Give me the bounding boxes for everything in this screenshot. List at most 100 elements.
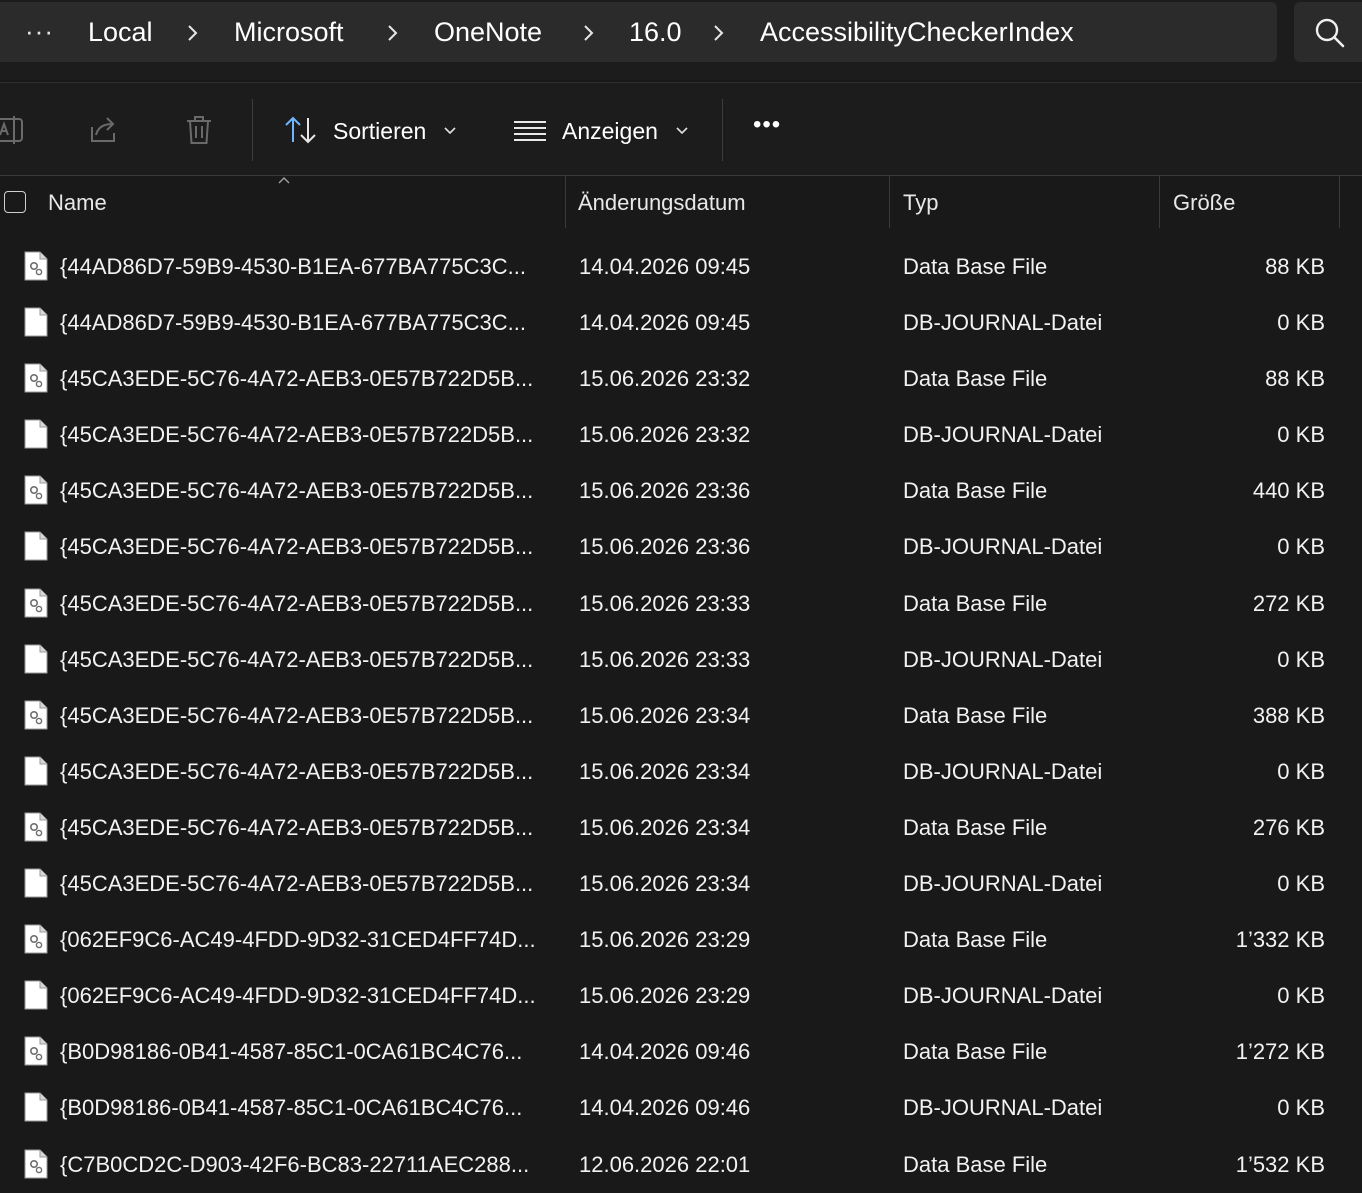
file-row[interactable]: {44AD86D7-59B9-4530-B1EA-677BA775C3C... 1… [0, 239, 1362, 295]
file-date: 14.04.2026 09:45 [579, 254, 751, 279]
list-view-icon [514, 121, 546, 141]
file-size: 440 KB [1252, 478, 1325, 504]
view-label: Anzeigen [562, 118, 658, 144]
file-row[interactable]: {45CA3EDE-5C76-4A72-AEB3-0E57B722D5B... 1… [0, 576, 1362, 632]
column-header-size[interactable]: Größe [1173, 190, 1235, 216]
address-bar: ··· Local Microsoft OneNote 16.0 Accessi… [0, 0, 1362, 80]
share-icon[interactable] [86, 113, 120, 147]
column-divider[interactable] [1339, 176, 1340, 228]
file-size: 272 KB [1252, 590, 1325, 616]
file-size: 88 KB [1265, 254, 1325, 279]
file-row[interactable]: {45CA3EDE-5C76-4A72-AEB3-0E57B722D5B... 1… [0, 856, 1362, 912]
file-row[interactable]: {B0D98186-0B41-4587-85C1-0CA61BC4C76... 1… [0, 1024, 1362, 1080]
file-row[interactable]: {45CA3EDE-5C76-4A72-AEB3-0E57B722D5B... 1… [0, 800, 1362, 856]
breadcrumb-item-accessibilitycheckerindex[interactable]: AccessibilityCheckerIndex [760, 17, 1074, 48]
database-file-icon [24, 251, 48, 281]
column-header-type[interactable]: Typ [903, 190, 938, 216]
more-options-button[interactable]: ••• [753, 111, 781, 139]
file-size: 0 KB [1277, 983, 1325, 1009]
file-name: {45CA3EDE-5C76-4A72-AEB3-0E57B722D5B... [60, 814, 534, 840]
file-date: 14.04.2026 09:46 [579, 1095, 751, 1121]
file-type: Data Base File [903, 702, 1048, 728]
file-date: 15.06.2026 23:32 [579, 366, 751, 392]
file-row[interactable]: {45CA3EDE-5C76-4A72-AEB3-0E57B722D5B... 1… [0, 744, 1362, 800]
sort-label: Sortieren [333, 118, 427, 144]
database-file-icon [24, 1149, 48, 1178]
file-type: Data Base File [903, 478, 1048, 504]
blank-file-icon [24, 868, 48, 898]
rename-icon[interactable] [0, 113, 26, 147]
breadcrumb-item-onenote[interactable]: OneNote [434, 17, 542, 48]
blank-file-icon [24, 756, 48, 786]
file-name: {44AD86D7-59B9-4530-B1EA-677BA775C3C... [60, 310, 526, 336]
column-divider[interactable] [565, 176, 566, 228]
file-type: Data Base File [903, 366, 1048, 392]
blank-file-icon [24, 307, 48, 337]
column-divider[interactable] [1159, 176, 1160, 228]
file-size: 0 KB [1277, 534, 1325, 560]
file-row[interactable]: {062EF9C6-AC49-4FDD-9D32-31CED4FF74D... 1… [0, 968, 1362, 1024]
file-name: {062EF9C6-AC49-4FDD-9D32-31CED4FF74D... [60, 927, 536, 953]
file-row[interactable]: {B0D98186-0B41-4587-85C1-0CA61BC4C76... 1… [0, 1080, 1362, 1136]
blank-file-icon [24, 531, 48, 561]
file-name: {45CA3EDE-5C76-4A72-AEB3-0E57B722D5B... [60, 758, 534, 784]
blank-file-icon [24, 644, 48, 674]
file-type: Data Base File [903, 1039, 1048, 1065]
file-size: 0 KB [1277, 1095, 1325, 1121]
file-row[interactable]: {44AD86D7-59B9-4530-B1EA-677BA775C3C... 1… [0, 295, 1362, 351]
file-size: 1’332 KB [1235, 927, 1325, 953]
chevron-right-icon[interactable] [708, 22, 730, 44]
blank-file-icon [24, 1092, 48, 1122]
file-date: 15.06.2026 23:29 [579, 927, 751, 953]
chevron-down-icon [444, 127, 456, 135]
file-row[interactable]: {45CA3EDE-5C76-4A72-AEB3-0E57B722D5B... 1… [0, 463, 1362, 519]
file-row[interactable]: {062EF9C6-AC49-4FDD-9D32-31CED4FF74D... 1… [0, 912, 1362, 968]
chevron-right-icon[interactable] [382, 22, 404, 44]
file-date: 15.06.2026 23:34 [579, 702, 751, 728]
file-date: 12.06.2026 22:01 [579, 1151, 751, 1177]
chevron-right-icon[interactable] [182, 22, 204, 44]
file-date: 15.06.2026 23:36 [579, 478, 751, 504]
search-button[interactable] [1294, 2, 1362, 62]
delete-icon[interactable] [182, 113, 216, 147]
file-name: {45CA3EDE-5C76-4A72-AEB3-0E57B722D5B... [60, 478, 534, 504]
file-name: {45CA3EDE-5C76-4A72-AEB3-0E57B722D5B... [60, 534, 534, 560]
breadcrumb-overflow-button[interactable]: ··· [25, 16, 54, 47]
database-file-icon [24, 588, 48, 618]
file-size: 0 KB [1277, 310, 1325, 336]
file-size: 88 KB [1265, 366, 1325, 392]
column-header-name[interactable]: Name [48, 190, 107, 216]
breadcrumb-item-local[interactable]: Local [88, 17, 153, 48]
file-row[interactable]: {45CA3EDE-5C76-4A72-AEB3-0E57B722D5B... 1… [0, 351, 1362, 407]
file-date: 14.04.2026 09:45 [579, 310, 751, 336]
file-type: DB-JOURNAL-Datei [903, 1095, 1103, 1121]
sort-icon [285, 116, 316, 144]
database-file-icon [24, 924, 48, 954]
file-row[interactable]: {C7B0CD2C-D903-42F6-BC83-22711AEC288... 1… [0, 1137, 1362, 1193]
file-date: 15.06.2026 23:36 [579, 534, 751, 560]
file-name: {45CA3EDE-5C76-4A72-AEB3-0E57B722D5B... [60, 422, 534, 448]
file-date: 15.06.2026 23:29 [579, 983, 751, 1009]
file-row[interactable]: {45CA3EDE-5C76-4A72-AEB3-0E57B722D5B... 1… [0, 688, 1362, 744]
column-divider[interactable] [889, 176, 890, 228]
file-row[interactable]: {45CA3EDE-5C76-4A72-AEB3-0E57B722D5B... 1… [0, 519, 1362, 575]
database-file-icon [24, 1036, 48, 1066]
file-name: {45CA3EDE-5C76-4A72-AEB3-0E57B722D5B... [60, 366, 534, 392]
file-type: Data Base File [903, 814, 1048, 840]
file-type: Data Base File [903, 927, 1048, 953]
file-name: {C7B0CD2C-D903-42F6-BC83-22711AEC288... [60, 1151, 530, 1177]
file-name: {45CA3EDE-5C76-4A72-AEB3-0E57B722D5B... [60, 871, 534, 897]
breadcrumb[interactable]: ··· Local Microsoft OneNote 16.0 Accessi… [0, 2, 1277, 62]
file-row[interactable]: {45CA3EDE-5C76-4A72-AEB3-0E57B722D5B... 1… [0, 407, 1362, 463]
file-date: 14.04.2026 09:46 [579, 1039, 751, 1065]
file-row[interactable]: {45CA3EDE-5C76-4A72-AEB3-0E57B722D5B... 1… [0, 632, 1362, 688]
file-date: 15.06.2026 23:32 [579, 422, 751, 448]
breadcrumb-item-16-0[interactable]: 16.0 [629, 17, 682, 48]
toolbar-divider [722, 99, 723, 161]
file-name: {44AD86D7-59B9-4530-B1EA-677BA775C3C... [60, 254, 526, 279]
breadcrumb-item-microsoft[interactable]: Microsoft [234, 17, 344, 48]
column-header-date[interactable]: Änderungsdatum [578, 190, 746, 216]
select-all-checkbox[interactable] [4, 191, 26, 213]
file-size: 1’532 KB [1235, 1151, 1325, 1177]
chevron-right-icon[interactable] [578, 22, 600, 44]
